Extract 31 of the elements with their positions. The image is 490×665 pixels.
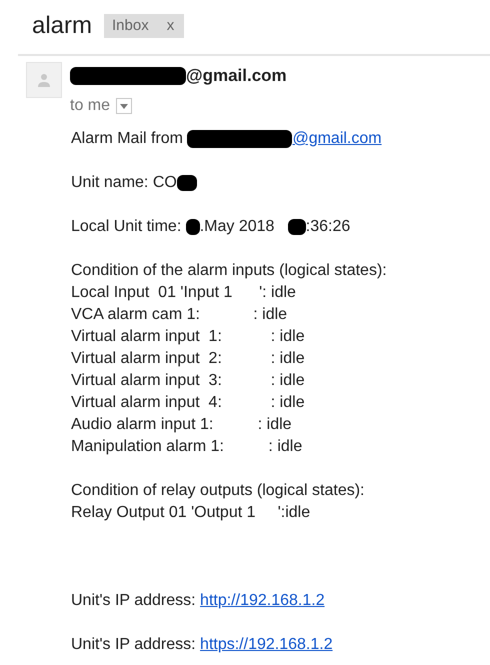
link[interactable]: @gmail.com xyxy=(292,128,382,150)
body-text: :36:26 xyxy=(306,217,350,237)
recipient-label: to me xyxy=(70,96,110,116)
link[interactable]: https://192.168.1.2 xyxy=(200,634,333,656)
sender-address: @gmail.com xyxy=(186,65,287,88)
body-text: Unit's IP address: xyxy=(71,635,197,655)
email-subject: alarm xyxy=(32,11,92,41)
redaction-mark xyxy=(176,175,197,191)
remove-label-button[interactable]: x xyxy=(164,14,176,38)
body-text: Condition of relay outputs (logical states): xyxy=(71,481,364,501)
body-text: Audio alarm input 1: : idle xyxy=(71,415,292,435)
avatar-icon xyxy=(26,62,62,98)
dropdown-icon[interactable] xyxy=(116,98,132,114)
body-text: Unit's IP address: xyxy=(71,591,197,611)
link[interactable]: http://192.168.1.2 xyxy=(200,590,325,612)
body-text: VCA alarm cam 1: : idle xyxy=(71,305,288,325)
label-text: Inbox xyxy=(112,16,149,36)
body-text: .May 2018 xyxy=(200,217,276,237)
body-text: Virtual alarm input 2: : idle xyxy=(71,349,305,369)
body-text: Alarm Mail from xyxy=(71,129,184,149)
body-text: Local Unit time: xyxy=(71,217,182,237)
body-text: Virtual alarm input 4: : idle xyxy=(71,393,305,413)
body-text: Unit name: CO xyxy=(71,173,177,193)
body-text: Manipulation alarm 1: : idle xyxy=(71,437,302,457)
body-text: Virtual alarm input 3: : idle xyxy=(71,371,305,391)
body-text: Virtual alarm input 1: : idle xyxy=(71,327,305,347)
redaction-mark xyxy=(186,219,200,235)
body-text: Local Input 01 'Input 1 ': idle xyxy=(71,283,296,303)
body-text: Relay Output 01 'Output 1 ':idle xyxy=(71,503,310,523)
body-text: Condition of the alarm inputs (logical states): xyxy=(71,261,387,281)
redaction-mark xyxy=(288,219,306,235)
